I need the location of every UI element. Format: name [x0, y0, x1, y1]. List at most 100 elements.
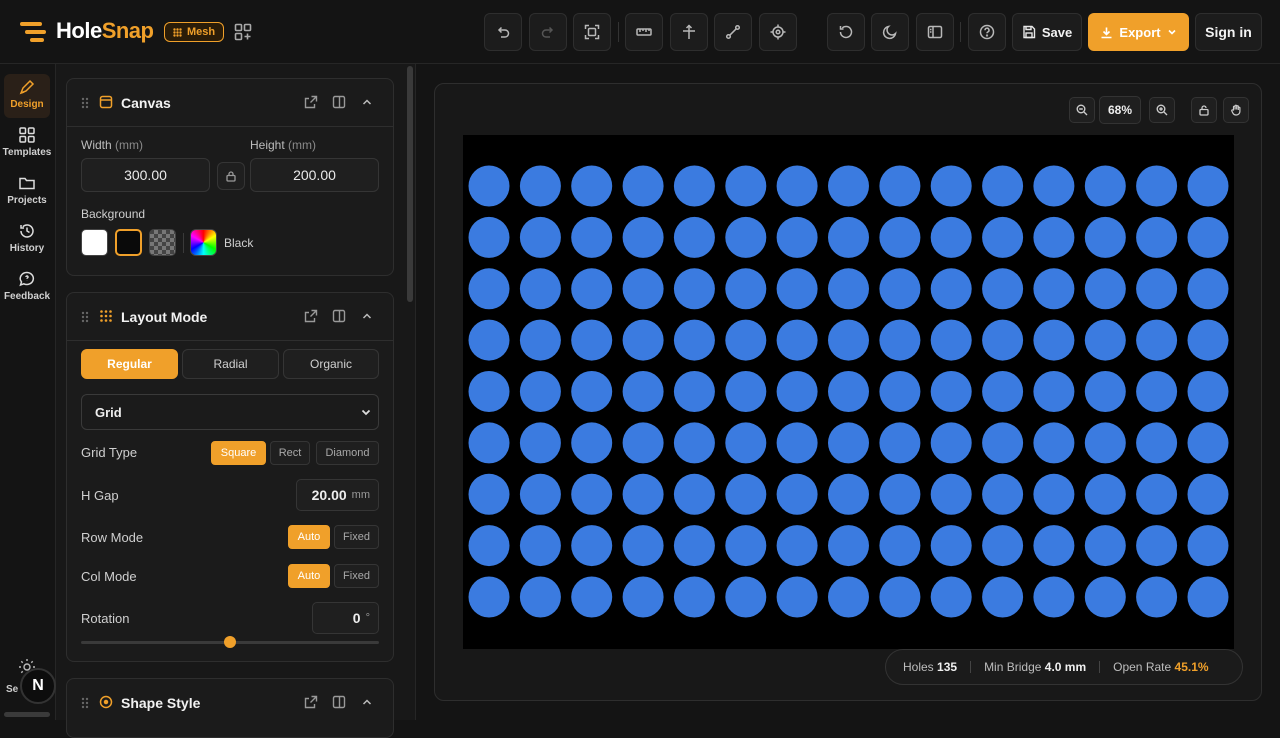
hole — [1084, 371, 1126, 412]
color-picker-icon[interactable] — [190, 229, 217, 256]
drag-handle-icon[interactable] — [81, 97, 89, 109]
hole — [468, 371, 510, 412]
height-field[interactable]: 200.00 — [250, 158, 379, 192]
split-panel-icon[interactable] — [332, 309, 346, 323]
folder-icon — [19, 177, 35, 190]
height-label-text: Height — [250, 138, 285, 152]
apps-icon[interactable] — [234, 23, 252, 41]
hole — [673, 165, 715, 207]
min-bridge-label: Min Bridge — [984, 660, 1042, 674]
hole — [776, 319, 818, 361]
background-color-name: Black — [224, 236, 254, 250]
grid-type-rect[interactable]: Rect — [270, 441, 310, 465]
download-icon — [1101, 27, 1112, 38]
mode-regular-button[interactable]: Regular — [81, 349, 178, 379]
save-button[interactable]: Save — [1012, 13, 1082, 51]
lock-view-button[interactable] — [1191, 96, 1217, 124]
hole — [1084, 216, 1126, 258]
popout-icon[interactable] — [304, 309, 318, 323]
rail-scrollbar[interactable] — [4, 712, 50, 717]
hole — [828, 576, 869, 618]
pan-hand-button[interactable] — [1223, 96, 1249, 124]
popout-icon[interactable] — [304, 95, 318, 109]
split-panel-icon[interactable] — [332, 695, 346, 709]
hole — [982, 268, 1024, 310]
hole — [776, 371, 818, 412]
popout-icon[interactable] — [304, 695, 318, 709]
rail-item-label: History — [9, 243, 45, 254]
fit-view-button[interactable] — [573, 13, 611, 51]
ruler-icon — [636, 28, 652, 36]
rotation-slider-thumb[interactable] — [224, 636, 236, 648]
col-mode-fixed[interactable]: Fixed — [334, 564, 379, 588]
drag-handle-icon[interactable] — [81, 311, 89, 323]
fit-view-icon — [584, 24, 600, 40]
rail-item-feedback[interactable]: Feedback — [4, 266, 50, 310]
zoom-level[interactable]: 68% — [1099, 96, 1141, 124]
mode-organic-button[interactable]: Organic — [283, 349, 379, 379]
move-button[interactable] — [670, 13, 708, 51]
reset-button[interactable] — [827, 13, 865, 51]
zoom-in-button[interactable] — [1149, 96, 1175, 124]
rotation-field[interactable]: 0 ° — [312, 602, 379, 634]
panel-toggle-button[interactable] — [916, 13, 954, 51]
chevron-up-icon[interactable] — [360, 95, 374, 109]
mode-radial-button[interactable]: Radial — [182, 349, 279, 379]
hole — [519, 371, 561, 412]
pattern-select[interactable]: Grid — [81, 394, 379, 430]
sign-in-button[interactable]: Sign in — [1195, 13, 1262, 51]
hole — [1187, 576, 1229, 618]
hole — [1136, 268, 1178, 310]
theme-button[interactable] — [871, 13, 909, 51]
hole — [1136, 371, 1178, 412]
open-rate-label: Open Rate — [1113, 660, 1172, 674]
swatch-white[interactable] — [81, 229, 108, 256]
undo-button[interactable] — [484, 13, 522, 51]
swatch-transparent[interactable] — [149, 229, 176, 256]
grid-type-square[interactable]: Square — [211, 441, 266, 465]
aspect-lock-button[interactable] — [217, 162, 245, 190]
target-button[interactable] — [759, 13, 797, 51]
col-mode-auto[interactable]: Auto — [288, 564, 330, 588]
rail-item-history[interactable]: History — [4, 218, 50, 262]
hole — [622, 576, 664, 618]
path-button[interactable] — [714, 13, 752, 51]
export-button[interactable]: Export — [1088, 13, 1189, 51]
width-field[interactable]: 300.00 — [81, 158, 210, 192]
hole — [828, 371, 869, 412]
hole — [1084, 319, 1126, 361]
rail-item-projects[interactable]: Projects — [4, 170, 50, 214]
hole — [1136, 576, 1178, 618]
h-gap-field[interactable]: 20.00 mm — [296, 479, 379, 511]
card-title: Shape Style — [121, 695, 201, 711]
hole — [1187, 319, 1229, 361]
ruler-button[interactable] — [625, 13, 663, 51]
canvas-card-header: Canvas — [67, 79, 393, 127]
panel-scrollbar[interactable] — [407, 66, 413, 302]
grid-type-diamond[interactable]: Diamond — [316, 441, 379, 465]
swatch-divider — [183, 233, 184, 253]
rail-item-design[interactable]: Design — [4, 74, 50, 118]
hand-icon — [1223, 97, 1249, 123]
chevron-up-icon[interactable] — [360, 309, 374, 323]
chevron-up-icon[interactable] — [360, 695, 374, 709]
split-panel-icon[interactable] — [332, 95, 346, 109]
hole — [673, 319, 715, 361]
avatar[interactable]: N — [20, 668, 56, 704]
hole — [1033, 268, 1075, 310]
hole — [622, 525, 664, 567]
hole — [930, 165, 972, 207]
hole — [879, 165, 921, 207]
rail-item-templates[interactable]: Templates — [3, 122, 51, 166]
hole — [776, 473, 818, 515]
redo-button[interactable] — [529, 13, 567, 51]
mesh-badge[interactable]: Mesh — [164, 22, 225, 42]
mesh-canvas[interactable] — [463, 135, 1234, 649]
help-button[interactable] — [968, 13, 1006, 51]
swatch-black[interactable] — [115, 229, 142, 256]
row-mode-fixed[interactable]: Fixed — [334, 525, 379, 549]
drag-handle-icon[interactable] — [81, 697, 89, 709]
zoom-out-button[interactable] — [1069, 96, 1095, 124]
row-mode-auto[interactable]: Auto — [288, 525, 330, 549]
hole — [673, 525, 715, 567]
